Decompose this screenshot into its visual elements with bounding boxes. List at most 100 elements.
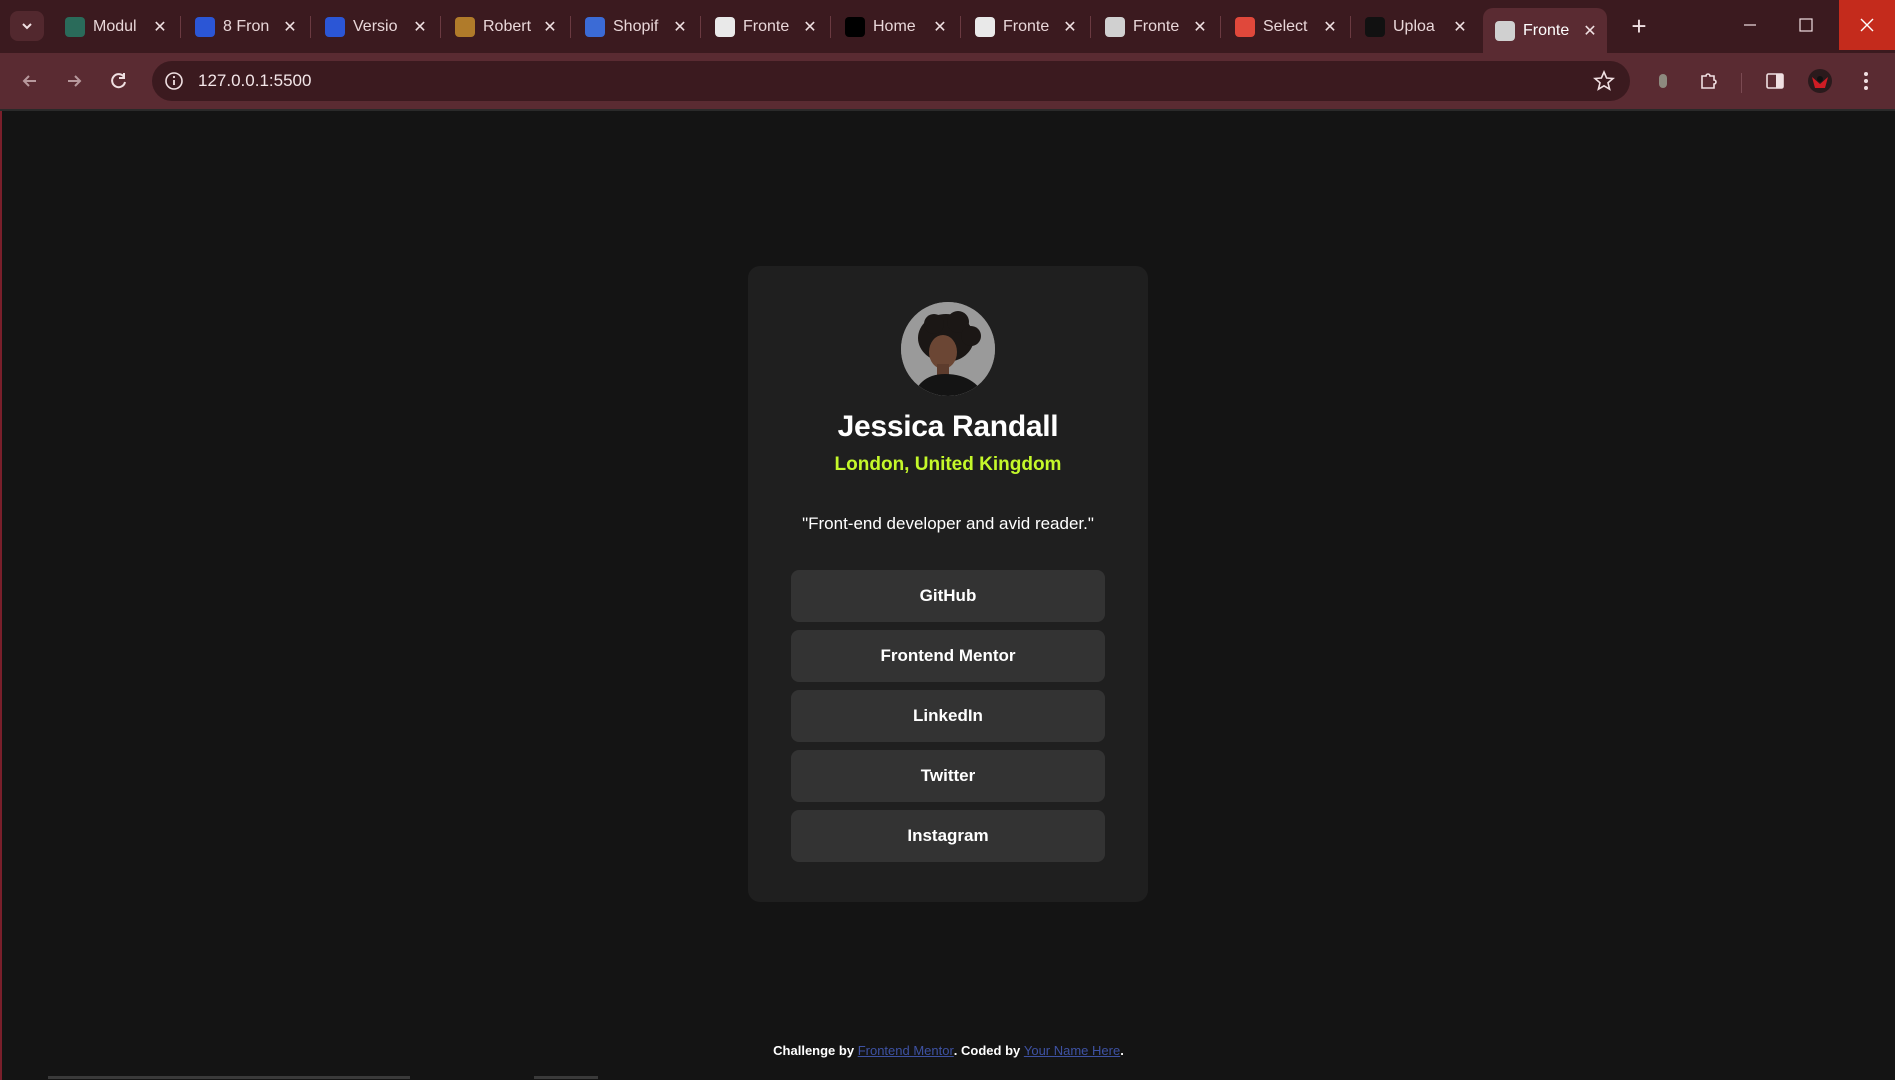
tab-title: 8 Fron: [223, 18, 270, 35]
github-icon: [1365, 17, 1385, 37]
profile-bio: "Front-end developer and avid reader.": [802, 514, 1094, 533]
browser-tab[interactable]: 8 Fron ✕: [183, 8, 307, 46]
tab-title: Shopif: [613, 18, 659, 35]
browser-tab[interactable]: Modul ✕: [53, 8, 177, 46]
tab-close-icon[interactable]: ✕: [541, 17, 559, 37]
flag-icon: [585, 17, 605, 37]
address-bar[interactable]: 127.0.0.1:5500: [152, 61, 1630, 101]
page-viewport: Jessica Randall London, United Kingdom "…: [2, 111, 1895, 1080]
maximize-button[interactable]: [1778, 0, 1834, 50]
globe-icon: [1495, 20, 1515, 41]
profile-avatar: [901, 302, 995, 396]
profile-location: London, United Kingdom: [834, 454, 1062, 475]
browser-toolbar: 127.0.0.1:5500: [0, 53, 1895, 109]
frontend-mentor-link-button[interactable]: Frontend Mentor: [791, 630, 1105, 682]
tab-search-button[interactable]: [10, 11, 44, 41]
minimize-icon: [1744, 24, 1756, 26]
browser-tab[interactable]: Select ✕: [1223, 8, 1347, 46]
maximize-icon: [1799, 18, 1813, 32]
tab-close-icon[interactable]: ✕: [1061, 17, 1079, 37]
colorful-icon: [1235, 17, 1255, 37]
tab-title: Fronte: [1523, 21, 1570, 39]
tab-title: Fronte: [1133, 18, 1180, 35]
browser-tab[interactable]: Fronte ✕: [963, 8, 1087, 46]
tab-title: Robert: [483, 18, 532, 35]
tab-title: Versio: [353, 18, 398, 35]
bookmark-star-icon[interactable]: [1592, 69, 1616, 93]
tab-close-icon[interactable]: ✕: [1581, 21, 1599, 41]
back-button[interactable]: [12, 63, 48, 99]
extension-icon[interactable]: [1649, 67, 1677, 95]
x-logo-icon: [845, 17, 865, 37]
browser-tab[interactable]: Robert ✕: [443, 8, 567, 46]
attribution-middle: . Coded by: [953, 1043, 1024, 1058]
forward-button[interactable]: [56, 63, 92, 99]
browser-tab[interactable]: Fronte ✕: [1093, 8, 1217, 46]
frontend-mentor-link[interactable]: Frontend Mentor: [858, 1043, 954, 1058]
tab-separator: [310, 16, 311, 38]
tab-close-icon[interactable]: ✕: [151, 17, 169, 37]
reload-button[interactable]: [101, 63, 137, 99]
tab-title: Modul: [93, 18, 137, 35]
browser-tab[interactable]: Home ✕: [833, 8, 957, 46]
profile-name: Jessica Randall: [837, 410, 1059, 443]
c-logo-icon: [195, 17, 215, 37]
new-tab-button[interactable]: +: [1622, 9, 1656, 43]
browser-tab[interactable]: Shopif ✕: [573, 8, 697, 46]
arrow-right-icon: [68, 75, 82, 87]
tab-separator: [180, 16, 181, 38]
doc-icon: [715, 17, 735, 37]
tab-separator: [830, 16, 831, 38]
toolbar-divider: [1741, 73, 1742, 93]
minimize-button[interactable]: [1722, 0, 1778, 50]
tab-separator: [440, 16, 441, 38]
social-links: GitHub Frontend Mentor LinkedIn Twitter …: [791, 570, 1105, 862]
author-link[interactable]: Your Name Here: [1024, 1043, 1120, 1058]
tab-title: Select: [1263, 18, 1308, 35]
openai-icon: [65, 17, 85, 37]
tab-close-icon[interactable]: ✕: [411, 17, 429, 37]
tab-title: Uploa: [1393, 18, 1435, 35]
tab-close-icon[interactable]: ✕: [1321, 17, 1339, 37]
profile-card: Jessica Randall London, United Kingdom "…: [748, 266, 1148, 902]
url-text: 127.0.0.1:5500: [198, 71, 312, 90]
tab-close-icon[interactable]: ✕: [1451, 17, 1469, 37]
attribution-footer: Challenge by Frontend Mentor. Coded by Y…: [2, 1043, 1895, 1058]
tab-separator: [1090, 16, 1091, 38]
browser-tab[interactable]: Fronte ✕: [703, 8, 827, 46]
profile-avatar-icon[interactable]: [1806, 67, 1834, 95]
browser-tab[interactable]: Uploa ✕: [1353, 8, 1477, 46]
horizontal-scrollbar[interactable]: [48, 1076, 410, 1079]
tab-separator: [1350, 16, 1351, 38]
twitter-link-button[interactable]: Twitter: [791, 750, 1105, 802]
doc-icon: [975, 17, 995, 37]
tab-close-icon[interactable]: ✕: [1191, 17, 1209, 37]
tab-close-icon[interactable]: ✕: [281, 17, 299, 37]
github-link-button[interactable]: GitHub: [791, 570, 1105, 622]
c-logo-icon: [325, 17, 345, 37]
tab-separator: [570, 16, 571, 38]
site-info-icon[interactable]: [162, 69, 186, 93]
tab-title: Fronte: [1003, 18, 1050, 35]
globe-icon: [1105, 17, 1125, 37]
portrait-image: [901, 302, 995, 396]
chevron-down-icon: [22, 23, 32, 30]
horizontal-scrollbar-thumb[interactable]: [534, 1076, 598, 1079]
attribution-suffix: .: [1120, 1043, 1124, 1058]
reload-icon: [111, 73, 126, 89]
tab-close-icon[interactable]: ✕: [931, 17, 949, 37]
tab-close-icon[interactable]: ✕: [671, 17, 689, 37]
tab-separator: [700, 16, 701, 38]
tab-close-icon[interactable]: ✕: [801, 17, 819, 37]
browser-tab[interactable]: Versio ✕: [313, 8, 437, 46]
side-panel-icon[interactable]: [1761, 67, 1789, 95]
extensions-puzzle-icon[interactable]: [1695, 67, 1723, 95]
instagram-link-button[interactable]: Instagram: [791, 810, 1105, 862]
linkedin-link-button[interactable]: LinkedIn: [791, 690, 1105, 742]
close-window-button[interactable]: [1839, 0, 1895, 50]
menu-kebab-icon[interactable]: [1852, 67, 1880, 95]
browser-tab[interactable]: Fronte ✕: [1483, 8, 1607, 53]
tab-strip: Modul ✕ 8 Fron ✕ Versio ✕ Robert ✕ Shopif ✕ Fronte…: [0, 0, 1895, 53]
tab-separator: [1220, 16, 1221, 38]
tab-separator: [960, 16, 961, 38]
